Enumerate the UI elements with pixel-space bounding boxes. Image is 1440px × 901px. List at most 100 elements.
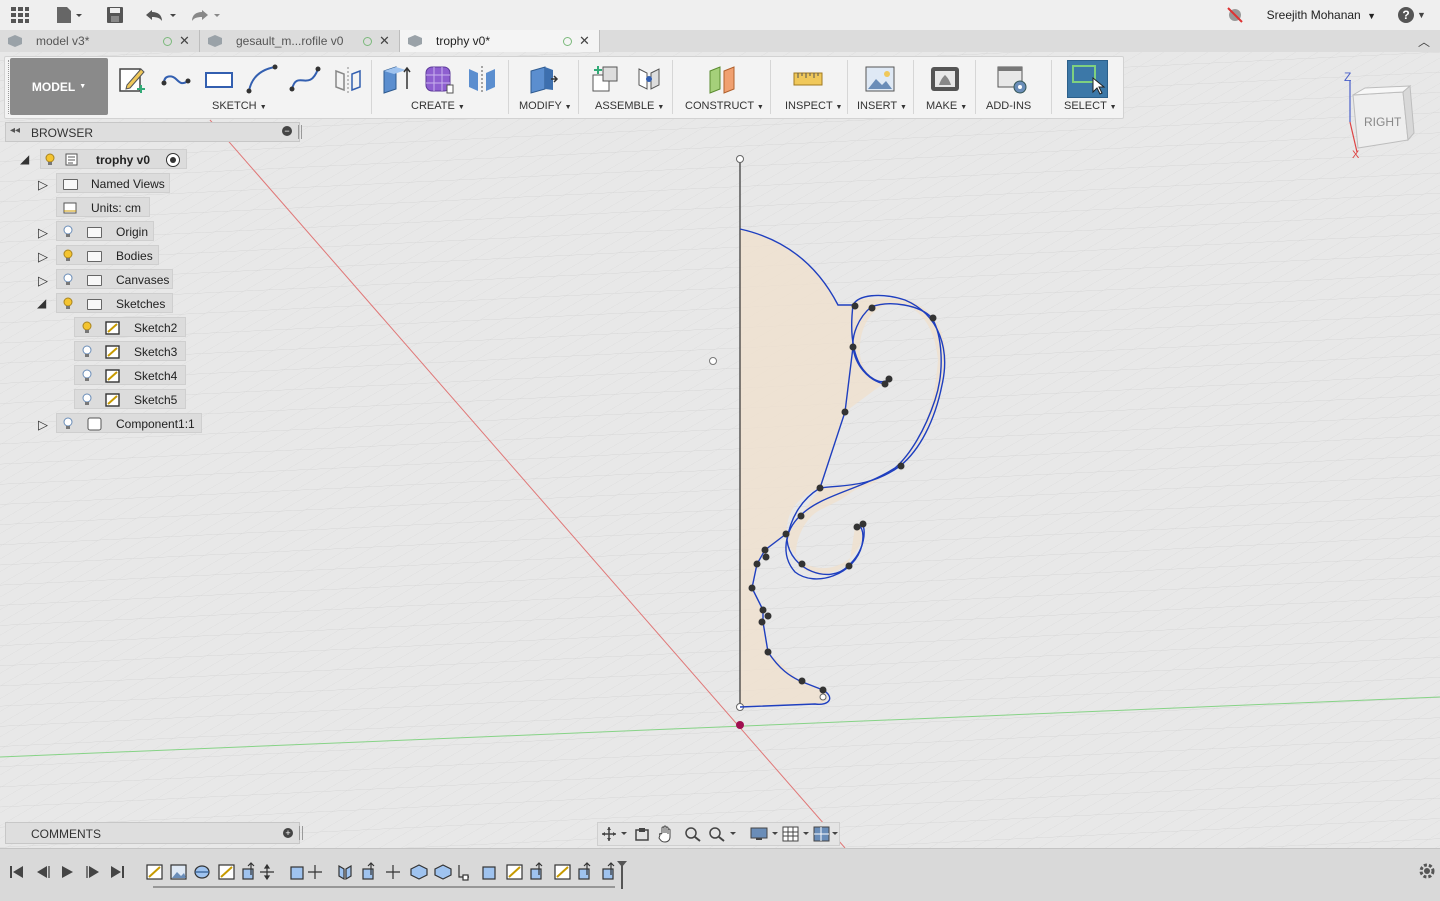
line-tool-icon[interactable]	[160, 63, 192, 95]
measure-icon[interactable]	[792, 63, 824, 95]
collapse-triangle-icon[interactable]: ◢	[20, 152, 29, 166]
close-icon[interactable]: ✕	[379, 33, 390, 49]
construct-menu[interactable]: CONSTRUCT ▼	[685, 100, 764, 112]
activate-radio-icon[interactable]	[166, 153, 180, 167]
zoom-window-icon[interactable]	[684, 826, 702, 842]
notification-off-icon[interactable]	[1226, 5, 1244, 25]
play-icon[interactable]	[62, 866, 73, 878]
visibility-bulb-icon[interactable]	[63, 249, 73, 261]
save-icon[interactable]	[106, 5, 124, 25]
press-pull-icon[interactable]	[527, 63, 559, 95]
expand-triangle-icon[interactable]: ▷	[38, 417, 48, 433]
close-icon[interactable]: ✕	[579, 33, 590, 49]
insert-image-icon[interactable]	[864, 63, 896, 95]
collapse-triangle-icon[interactable]: ◢	[37, 296, 46, 310]
orbit-icon[interactable]	[601, 826, 629, 842]
grid-settings-icon[interactable]	[782, 826, 812, 842]
display-settings-icon[interactable]	[750, 826, 780, 842]
user-menu[interactable]: Sreejith Mohanan ▼	[1267, 8, 1376, 22]
mirror-body-icon[interactable]	[466, 63, 498, 95]
tree-node-sketch3[interactable]: Sketch3	[74, 341, 186, 361]
tree-node-sketches[interactable]: Sketches	[56, 293, 173, 313]
extrude-icon[interactable]	[380, 63, 412, 95]
visibility-bulb-icon[interactable]	[63, 297, 73, 309]
tree-node-sketch5[interactable]: Sketch5	[74, 389, 186, 409]
file-menu-icon[interactable]	[55, 5, 83, 25]
spline-tool-icon[interactable]	[289, 63, 321, 95]
mirror-tool-icon[interactable]	[332, 63, 364, 95]
comments-panel-header[interactable]: COMMENTS +	[5, 822, 303, 844]
apps-grid-icon[interactable]	[10, 5, 30, 25]
visibility-bulb-icon[interactable]	[82, 345, 92, 357]
timeline-features[interactable]	[145, 861, 635, 893]
collapse-panel-icon[interactable]: ◂◂	[10, 125, 20, 136]
collapse-tabs-icon[interactable]: ︿	[1418, 33, 1430, 50]
make-menu[interactable]: MAKE ▼	[926, 100, 967, 112]
tree-node-named-views[interactable]: Named Views	[56, 173, 170, 193]
joint-icon[interactable]	[633, 63, 665, 95]
visibility-bulb-icon[interactable]	[45, 153, 55, 165]
insert-menu[interactable]: INSERT ▼	[857, 100, 907, 112]
expand-triangle-icon[interactable]: ▷	[38, 249, 48, 265]
go-to-end-icon[interactable]	[111, 866, 124, 878]
tab-trophy-v0[interactable]: trophy v0* ✕	[400, 30, 600, 52]
create-sketch-icon[interactable]	[117, 63, 149, 95]
visibility-bulb-icon[interactable]	[82, 321, 92, 333]
origin-point[interactable]	[736, 721, 744, 729]
visibility-bulb-icon[interactable]	[63, 273, 73, 285]
go-to-start-icon[interactable]	[10, 866, 23, 878]
visibility-bulb-icon[interactable]	[63, 417, 73, 429]
scripts-addins-icon[interactable]	[996, 63, 1028, 95]
construct-plane-icon[interactable]	[706, 63, 738, 95]
expand-triangle-icon[interactable]: ▷	[38, 273, 48, 289]
sketch-point[interactable]	[819, 693, 827, 701]
redo-icon[interactable]	[190, 5, 226, 25]
browser-panel-header[interactable]: ◂◂ BROWSER −	[5, 122, 302, 142]
sketch-menu[interactable]: SKETCH ▼	[212, 100, 267, 112]
visibility-bulb-icon[interactable]	[63, 225, 73, 237]
tree-node-sketch2[interactable]: Sketch2	[74, 317, 186, 337]
viewports-icon[interactable]	[813, 826, 841, 842]
addins-menu[interactable]: ADD-INS	[986, 100, 1031, 112]
close-icon[interactable]: ✕	[179, 33, 190, 49]
tab-model-v3[interactable]: model v3* ✕	[0, 30, 200, 52]
centerline-endpoint[interactable]	[736, 155, 744, 163]
panel-resize-handle[interactable]	[298, 125, 302, 139]
panel-resize-handle[interactable]	[299, 826, 303, 840]
visibility-bulb-icon[interactable]	[82, 369, 92, 381]
gear-icon[interactable]	[1418, 862, 1436, 880]
arc-tool-icon[interactable]	[246, 63, 278, 95]
tree-node-component[interactable]: Component1:1	[56, 413, 202, 433]
new-component-icon[interactable]	[590, 63, 622, 95]
tree-node-canvases[interactable]: Canvases	[56, 269, 173, 289]
select-menu[interactable]: SELECT ▼	[1064, 100, 1117, 112]
rectangle-tool-icon[interactable]	[203, 63, 235, 95]
select-tool-button[interactable]	[1067, 60, 1108, 98]
tree-node-units[interactable]: Units: cm	[56, 197, 150, 217]
tree-node-bodies[interactable]: Bodies	[56, 245, 159, 265]
create-menu[interactable]: CREATE ▼	[411, 100, 465, 112]
inspect-menu[interactable]: INSPECT ▼	[785, 100, 842, 112]
look-at-icon[interactable]	[634, 826, 650, 842]
tree-node-root[interactable]: trophy v0	[40, 149, 187, 169]
step-forward-icon[interactable]	[86, 866, 99, 878]
visibility-bulb-icon[interactable]	[82, 393, 92, 405]
panel-options-icon[interactable]: −	[282, 126, 292, 136]
form-icon[interactable]	[423, 63, 455, 95]
workspace-switcher[interactable]: MODEL ▼	[10, 58, 108, 115]
add-comment-icon[interactable]: +	[283, 828, 293, 838]
sketch-point[interactable]	[709, 357, 717, 365]
tree-node-sketch4[interactable]: Sketch4	[74, 365, 186, 385]
tree-node-origin[interactable]: Origin	[56, 221, 154, 241]
assemble-menu[interactable]: ASSEMBLE ▼	[595, 100, 664, 112]
pan-hand-icon[interactable]	[658, 825, 674, 843]
undo-icon[interactable]	[144, 5, 180, 25]
expand-triangle-icon[interactable]: ▷	[38, 177, 48, 193]
3d-print-icon[interactable]	[929, 63, 961, 95]
help-menu[interactable]: ? ▼	[1398, 5, 1426, 25]
zoom-icon[interactable]	[708, 826, 738, 842]
tab-gesault-profile[interactable]: gesault_m...rofile v0 ✕	[200, 30, 400, 52]
modify-menu[interactable]: MODIFY ▼	[519, 100, 572, 112]
3d-viewport[interactable]: Z X RIGHT	[0, 52, 1440, 848]
expand-triangle-icon[interactable]: ▷	[38, 225, 48, 241]
